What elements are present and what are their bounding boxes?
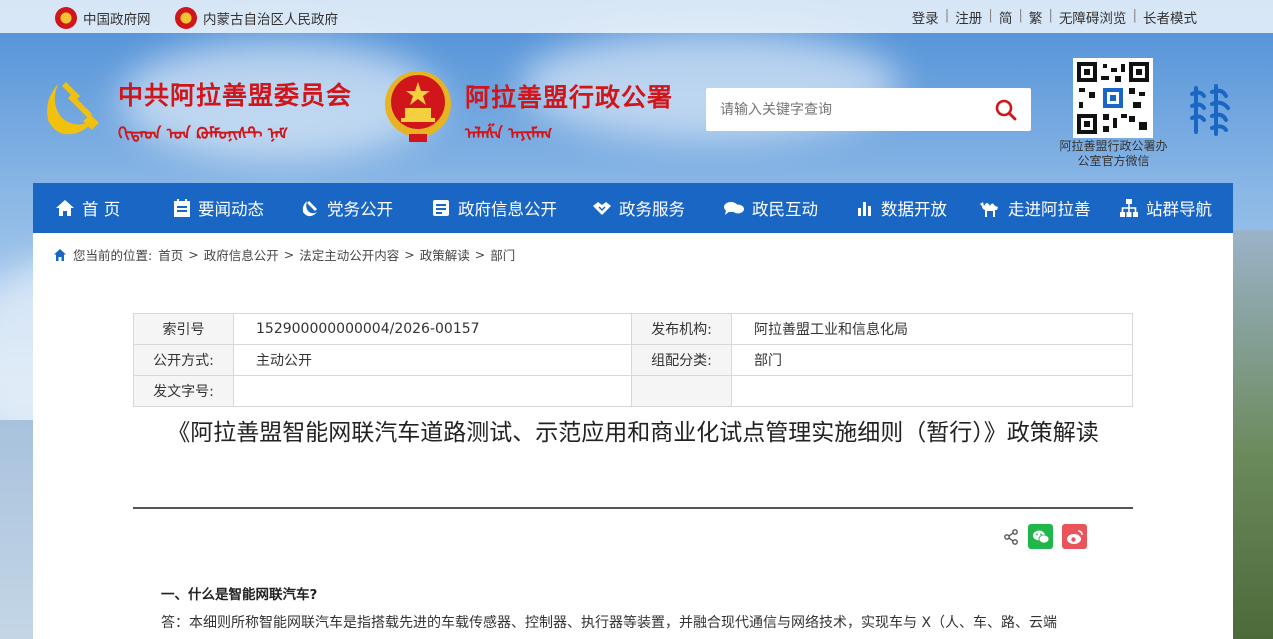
weibo-share-button[interactable] [1062, 524, 1087, 549]
share-bar [1003, 524, 1087, 549]
qr-code-icon [1077, 62, 1149, 134]
meta-empty [631, 375, 732, 407]
breadcrumb-item-dept[interactable]: 部门 [490, 245, 515, 264]
national-emblem-icon [175, 7, 197, 29]
meta-org-label: 发布机构: [631, 313, 732, 345]
nav-item-party[interactable]: 党务公开 [300, 183, 431, 233]
answer-paragraph: 答：本细则所称智能网联汽车是指搭载先进的车载传感器、控制器、执行器等装置，并融合… [161, 615, 1058, 631]
mongolian-script-logo-icon[interactable] [1186, 82, 1234, 138]
top-right-links: 登录 | 注册 | 简 | 繁 | 无障碍浏览 | 长者模式 [906, 7, 1203, 27]
nav-item-party-label: 党务公开 [327, 200, 393, 219]
meta-cat-label: 组配分类: [631, 344, 732, 376]
gov-mongolian-text: ᠠᠯᠠᠱᠠ ᠠᠶᠢᠮᠠᠭ [465, 124, 553, 143]
breadcrumb-item-gov-info[interactable]: 政府信息公开 [204, 245, 279, 264]
table-row: 发文字号: [133, 375, 1133, 407]
breadcrumb-sep: > [404, 247, 415, 262]
simplified-link[interactable]: 简 [993, 7, 1019, 27]
meta-docno-label: 发文字号: [133, 375, 234, 407]
document-icon [433, 200, 449, 216]
breadcrumb-sep: > [283, 247, 295, 262]
top-bar: 中国政府网 内蒙古自治区人民政府 登录 | 注册 | 简 | 繁 | 无障碍浏览 | 长者… [0, 0, 1273, 33]
bar-chart-icon [858, 202, 871, 216]
traditional-link[interactable]: 繁 [1023, 7, 1049, 27]
nav-item-services[interactable]: 政务服务 [592, 183, 723, 233]
table-row: 公开方式: 主动公开 组配分类: 部门 [133, 344, 1133, 376]
nav-item-gov-info[interactable]: 政府信息公开 [431, 183, 592, 233]
nav-item-news-label: 要闻动态 [198, 200, 264, 219]
search-box [706, 88, 1031, 131]
nav-item-interaction[interactable]: 政民互动 [723, 183, 856, 233]
weibo-icon [1066, 529, 1083, 544]
camel-icon [980, 202, 998, 217]
newspaper-icon [174, 199, 190, 217]
nav-item-interaction-label: 政民互动 [752, 200, 818, 219]
nav-item-gov-info-label: 政府信息公开 [458, 200, 557, 219]
home-icon [54, 248, 66, 261]
chat-icon [724, 202, 744, 215]
party-mongolian-text: ᠬᠢᠲᠠᠳ ᠤᠨ ᠺᠣᠮᠮᠤᠨᠢᠰᠲ ᠨᠠᠮ [118, 124, 288, 143]
link-gov-cn-label: 中国政府网 [83, 12, 151, 28]
meta-cat-value: 部门 [731, 344, 1133, 376]
party-icon [302, 201, 317, 217]
breadcrumb-label: 您当前的位置: [73, 248, 153, 263]
handshake-icon [593, 202, 611, 215]
meta-docno-value [233, 375, 632, 407]
document-meta-table: 索引号 152900000000004/2026-00157 发布机构: 阿拉善… [133, 313, 1133, 407]
nav-item-data[interactable]: 数据开放 [856, 183, 979, 233]
sitemap-icon [1120, 199, 1138, 217]
nav-item-alxa[interactable]: 走进阿拉善 [979, 183, 1119, 233]
nav-item-alxa-label: 走进阿拉善 [1008, 200, 1091, 219]
nav-item-site-nav[interactable]: 站群导航 [1119, 183, 1229, 233]
breadcrumb-item-statutory[interactable]: 法定主动公开内容 [299, 245, 399, 264]
meta-org-value: 阿拉善盟工业和信息化局 [731, 313, 1133, 345]
wechat-icon [1032, 530, 1049, 543]
nav-item-site-nav-label: 站群导航 [1146, 200, 1212, 219]
login-link[interactable]: 登录 [906, 7, 945, 27]
national-emblem-icon [385, 71, 451, 142]
meta-empty [731, 375, 1133, 407]
article-title: 《阿拉善盟智能网联汽车道路测试、示范应用和商业化试点管理实施细则（暂行）》政策解… [167, 420, 1099, 446]
title-divider [133, 507, 1133, 509]
link-gov-cn[interactable]: 中国政府网 [55, 7, 151, 29]
meta-mode-value: 主动公开 [233, 344, 632, 376]
meta-index-label: 索引号 [133, 313, 234, 345]
register-link[interactable]: 注册 [949, 7, 988, 27]
qr-caption: 阿拉善盟行政公署办公室官方微信 [1059, 139, 1168, 168]
gov-title: 阿拉善盟行政公署 [465, 83, 674, 112]
wechat-qr-code [1073, 58, 1153, 138]
accessibility-link[interactable]: 无障碍浏览 [1053, 7, 1133, 27]
search-icon [995, 99, 1017, 120]
breadcrumb-sep: > [188, 247, 199, 262]
party-title: 中共阿拉善盟委员会 [118, 81, 353, 110]
main-nav: 首 页 要闻动态 党务公开 政府信息公开 政务服务 政民互动 数据开放 走进阿拉… [33, 183, 1233, 233]
question-heading: 一、什么是智能网联汽车? [161, 587, 318, 603]
national-emblem-icon [55, 7, 77, 29]
breadcrumb-item-policy[interactable]: 政策解读 [420, 245, 470, 264]
nav-item-news[interactable]: 要闻动态 [173, 183, 300, 233]
elder-mode-link[interactable]: 长者模式 [1137, 7, 1203, 27]
home-icon [56, 200, 74, 216]
breadcrumb-sep: > [474, 247, 486, 262]
nav-item-services-label: 政务服务 [619, 200, 685, 219]
wechat-share-button[interactable] [1028, 524, 1053, 549]
party-emblem-icon [47, 82, 99, 135]
breadcrumb: 您当前的位置: 首页 > 政府信息公开 > 法定主动公开内容 > 政策解读 > … [53, 245, 515, 264]
table-row: 索引号 152900000000004/2026-00157 发布机构: 阿拉善… [133, 313, 1133, 345]
nav-item-home-label: 首 页 [82, 200, 121, 219]
nav-item-home[interactable]: 首 页 [55, 183, 173, 233]
search-input[interactable] [706, 88, 986, 131]
breadcrumb-item-home[interactable]: 首页 [158, 245, 183, 264]
nav-item-data-label: 数据开放 [881, 200, 947, 219]
link-nmg-gov[interactable]: 内蒙古自治区人民政府 [175, 7, 338, 29]
meta-index-value: 152900000000004/2026-00157 [233, 313, 632, 345]
link-nmg-gov-label: 内蒙古自治区人民政府 [203, 12, 338, 28]
meta-mode-label: 公开方式: [133, 344, 234, 376]
search-button[interactable] [986, 88, 1026, 131]
content-panel: 您当前的位置: 首页 > 政府信息公开 > 法定主动公开内容 > 政策解读 > … [33, 233, 1233, 639]
share-icon[interactable] [1003, 528, 1019, 545]
